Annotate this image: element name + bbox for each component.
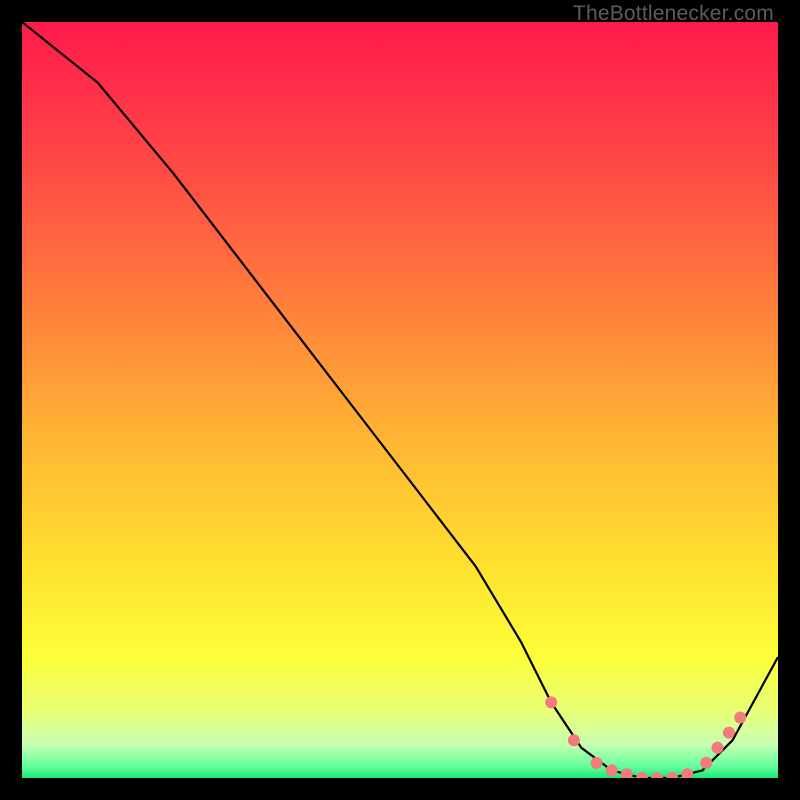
marker-dot — [568, 734, 580, 746]
marker-dot — [700, 757, 712, 769]
marker-dot — [734, 712, 746, 724]
marker-dot — [723, 727, 735, 739]
marker-dot — [591, 757, 603, 769]
marker-dot — [545, 696, 557, 708]
gradient-background — [22, 22, 778, 778]
marker-dot — [712, 742, 724, 754]
bottleneck-chart — [22, 22, 778, 778]
chart-frame — [22, 22, 778, 778]
watermark-text: TheBottlenecker.com — [573, 2, 774, 26]
marker-dot — [606, 764, 618, 776]
